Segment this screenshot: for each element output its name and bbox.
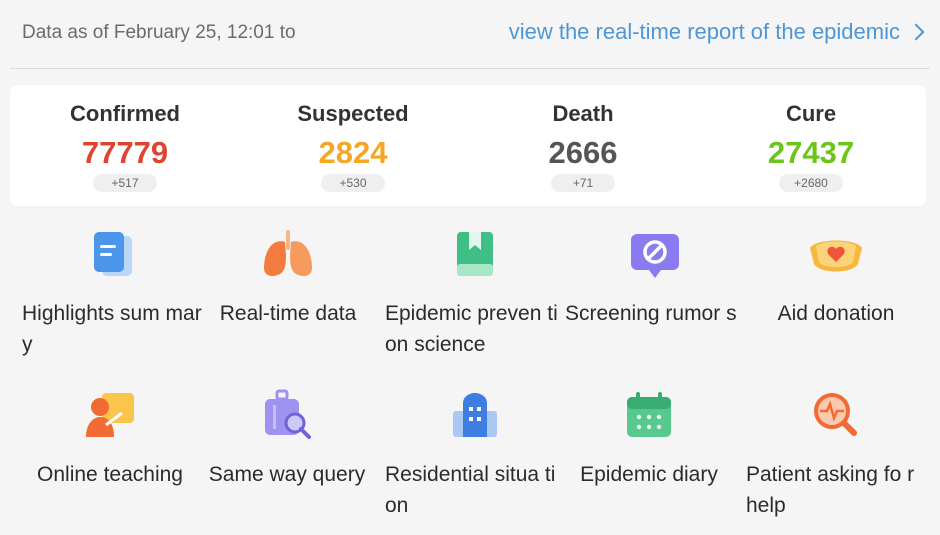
- divider: [10, 68, 930, 69]
- stat-delta-badge: +71: [551, 174, 615, 192]
- stat-delta-badge: +517: [93, 174, 157, 192]
- prohibit-icon: [631, 234, 679, 278]
- lungs-icon: [264, 230, 312, 276]
- service-epidemic-diary[interactable]: Epidemic diary: [559, 389, 739, 529]
- stat-delta-badge: +530: [321, 174, 385, 192]
- stats-card: Confirmed 77779 +517 Suspected 2824 +530…: [10, 85, 926, 206]
- service-online-teaching[interactable]: Online teaching: [20, 389, 200, 529]
- calendar-icon: [627, 392, 671, 437]
- help-search-icon: [814, 393, 857, 436]
- luggage-search-icon: [265, 389, 311, 439]
- header: Data as of February 25, 12:01 to view th…: [0, 0, 940, 68]
- service-label: Online teaching: [37, 463, 183, 486]
- stat-label: Cure: [785, 101, 837, 126]
- data-as-of-text: Data as of February 25, 12:01 to: [22, 22, 296, 43]
- stat-label: Death: [552, 101, 614, 126]
- service-label: Residential situa tion: [385, 463, 556, 517]
- stat-value: 2666: [548, 135, 618, 170]
- mask-heart-icon: [810, 240, 862, 272]
- real-time-report-link[interactable]: view the real-time report of the epidemi…: [508, 19, 925, 45]
- book-icon: [457, 232, 493, 276]
- service-label: Same way query: [208, 463, 366, 486]
- stat-cure: Cure 27437 +2680: [696, 85, 926, 206]
- stat-value: 27437: [767, 135, 855, 170]
- service-label: Highlights sum mary: [22, 302, 202, 356]
- stat-value: 2824: [318, 135, 388, 170]
- stat-delta-badge: +2680: [779, 174, 843, 192]
- service-label: Aid donation: [777, 302, 895, 325]
- service-same-way-query[interactable]: Same way query: [197, 389, 377, 529]
- service-real-time-data[interactable]: Real-time data: [198, 228, 378, 368]
- stat-suspected: Suspected 2824 +530: [238, 85, 468, 206]
- service-screening-rumors[interactable]: Screening rumor s: [565, 228, 745, 368]
- document-icon: [94, 232, 132, 276]
- service-highlights-summary[interactable]: Highlights sum mary: [22, 228, 202, 368]
- stat-confirmed: Confirmed 77779 +517: [10, 85, 240, 206]
- service-label: Epidemic preven tion science: [385, 302, 558, 356]
- service-patient-asking-for-help[interactable]: Patient asking fo r help: [746, 389, 926, 529]
- stat-value: 77779: [81, 135, 169, 170]
- stat-label: Confirmed: [70, 101, 180, 126]
- service-aid-donation[interactable]: Aid donation: [746, 228, 926, 368]
- building-icon: [453, 393, 497, 437]
- report-link-label: view the real-time report of the epidemi…: [508, 19, 900, 44]
- chevron-right-icon: [907, 23, 925, 41]
- service-label: Real-time data: [219, 302, 357, 325]
- service-residential-situation[interactable]: Residential situa tion: [385, 389, 565, 529]
- service-label: Epidemic diary: [580, 463, 718, 486]
- teacher-icon: [86, 393, 134, 437]
- stat-death: Death 2666 +71: [468, 85, 698, 206]
- service-label: Screening rumor s: [565, 302, 737, 325]
- service-label: Patient asking fo r help: [746, 463, 915, 517]
- service-epidemic-prevention-science[interactable]: Epidemic preven tion science: [385, 228, 565, 368]
- stat-label: Suspected: [297, 101, 409, 126]
